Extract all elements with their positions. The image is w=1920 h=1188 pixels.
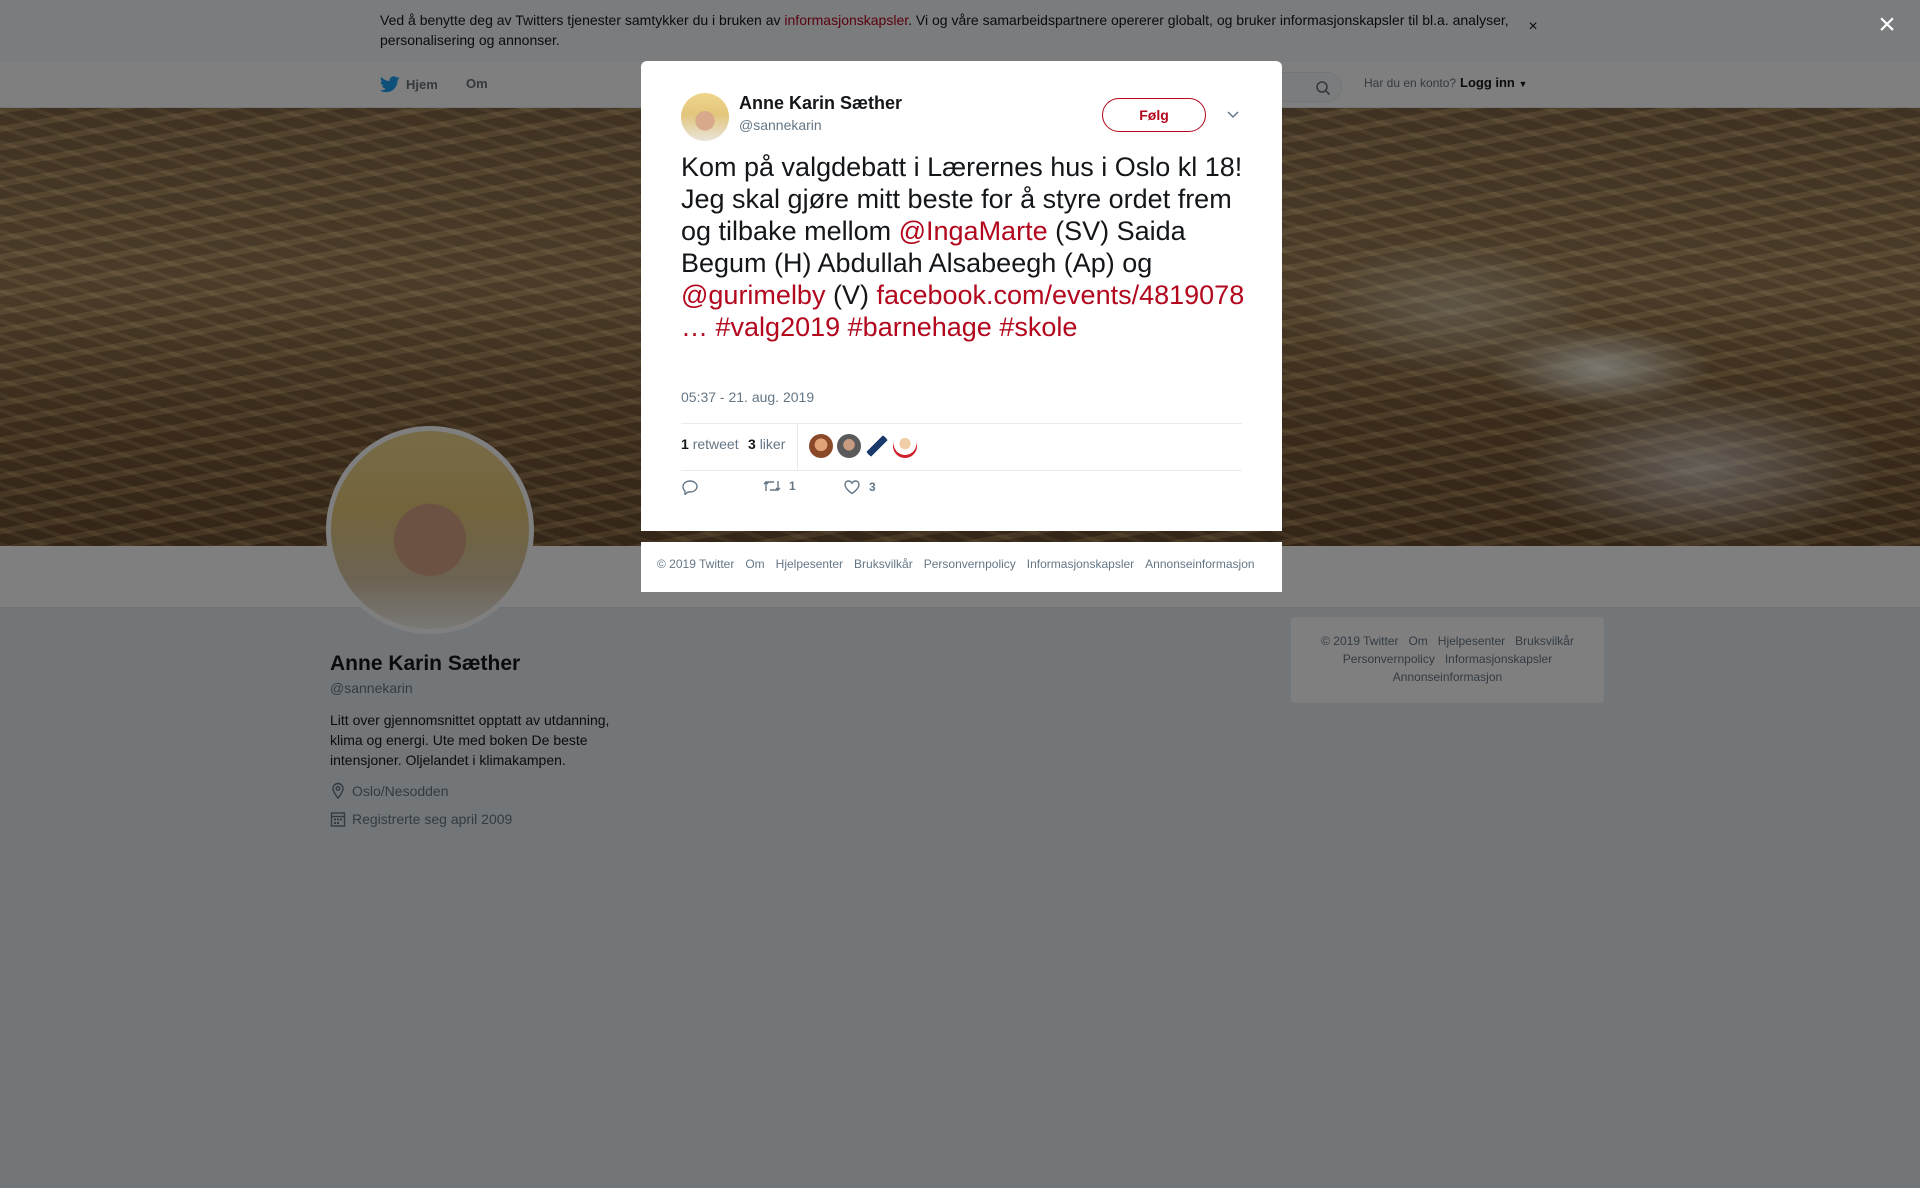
- retweet-icon: [763, 481, 781, 491]
- liker-avatar[interactable]: [837, 434, 861, 458]
- tweet-actions: 1 3: [681, 479, 1242, 509]
- close-icon[interactable]: ×: [1872, 10, 1902, 40]
- retweet-action-count: 1: [789, 479, 796, 493]
- modal-footer: © 2019 Twitter Om Hjelpesenter Bruksvilkår P…: [641, 542, 1282, 592]
- tweet-avatar[interactable]: [681, 93, 729, 141]
- footer-help-link[interactable]: Hjelpesenter: [776, 557, 843, 571]
- mention-link[interactable]: @gurimelby: [681, 280, 825, 310]
- tweet-author-handle[interactable]: @sannekarin: [739, 117, 822, 133]
- stats-divider: [797, 424, 798, 470]
- tweet-stats: 1 retweet 3 liker: [681, 423, 1242, 471]
- liker-avatar[interactable]: [893, 434, 917, 458]
- footer-ads-link[interactable]: Annonseinformasjon: [1145, 557, 1254, 571]
- like-count[interactable]: 3 liker: [748, 436, 785, 452]
- tweet-text: Kom på valgdebatt i Lærernes hus i Oslo …: [681, 151, 1251, 343]
- follow-button[interactable]: Følg: [1102, 98, 1206, 132]
- hashtag-link[interactable]: #valg2019: [716, 312, 841, 342]
- footer-about-link[interactable]: Om: [745, 557, 764, 571]
- tweet-timestamp[interactable]: 05:37 - 21. aug. 2019: [681, 389, 814, 405]
- footer-copyright: © 2019 Twitter: [657, 557, 735, 571]
- hashtag-link[interactable]: #skole: [999, 312, 1077, 342]
- footer-terms-link[interactable]: Bruksvilkår: [854, 557, 913, 571]
- like-count-value: 3: [748, 436, 756, 452]
- heart-icon: [844, 480, 860, 495]
- like-button[interactable]: 3: [843, 479, 876, 495]
- tweet-author-name[interactable]: Anne Karin Sæther: [739, 93, 902, 114]
- tweet-text-part: (V): [825, 280, 877, 310]
- retweet-count[interactable]: 1 retweet: [681, 436, 739, 452]
- chevron-down-icon[interactable]: [1226, 107, 1240, 125]
- reply-button[interactable]: [681, 479, 699, 495]
- mention-link[interactable]: @IngaMarte: [899, 216, 1048, 246]
- like-count-label: liker: [759, 436, 786, 452]
- hashtag-link[interactable]: #barnehage: [848, 312, 992, 342]
- retweet-button[interactable]: 1: [763, 479, 796, 493]
- footer-cookies-link[interactable]: Informasjonskapsler: [1027, 557, 1134, 571]
- liker-avatar[interactable]: [809, 434, 833, 458]
- footer-privacy-link[interactable]: Personvernpolicy: [924, 557, 1016, 571]
- tweet-modal: Anne Karin Sæther @sannekarin Følg Kom p…: [641, 61, 1282, 531]
- retweet-count-label: retweet: [692, 436, 739, 452]
- liker-avatar[interactable]: [865, 434, 889, 458]
- retweet-count-value: 1: [681, 436, 689, 452]
- reply-icon: [682, 480, 698, 495]
- like-action-count: 3: [869, 480, 876, 494]
